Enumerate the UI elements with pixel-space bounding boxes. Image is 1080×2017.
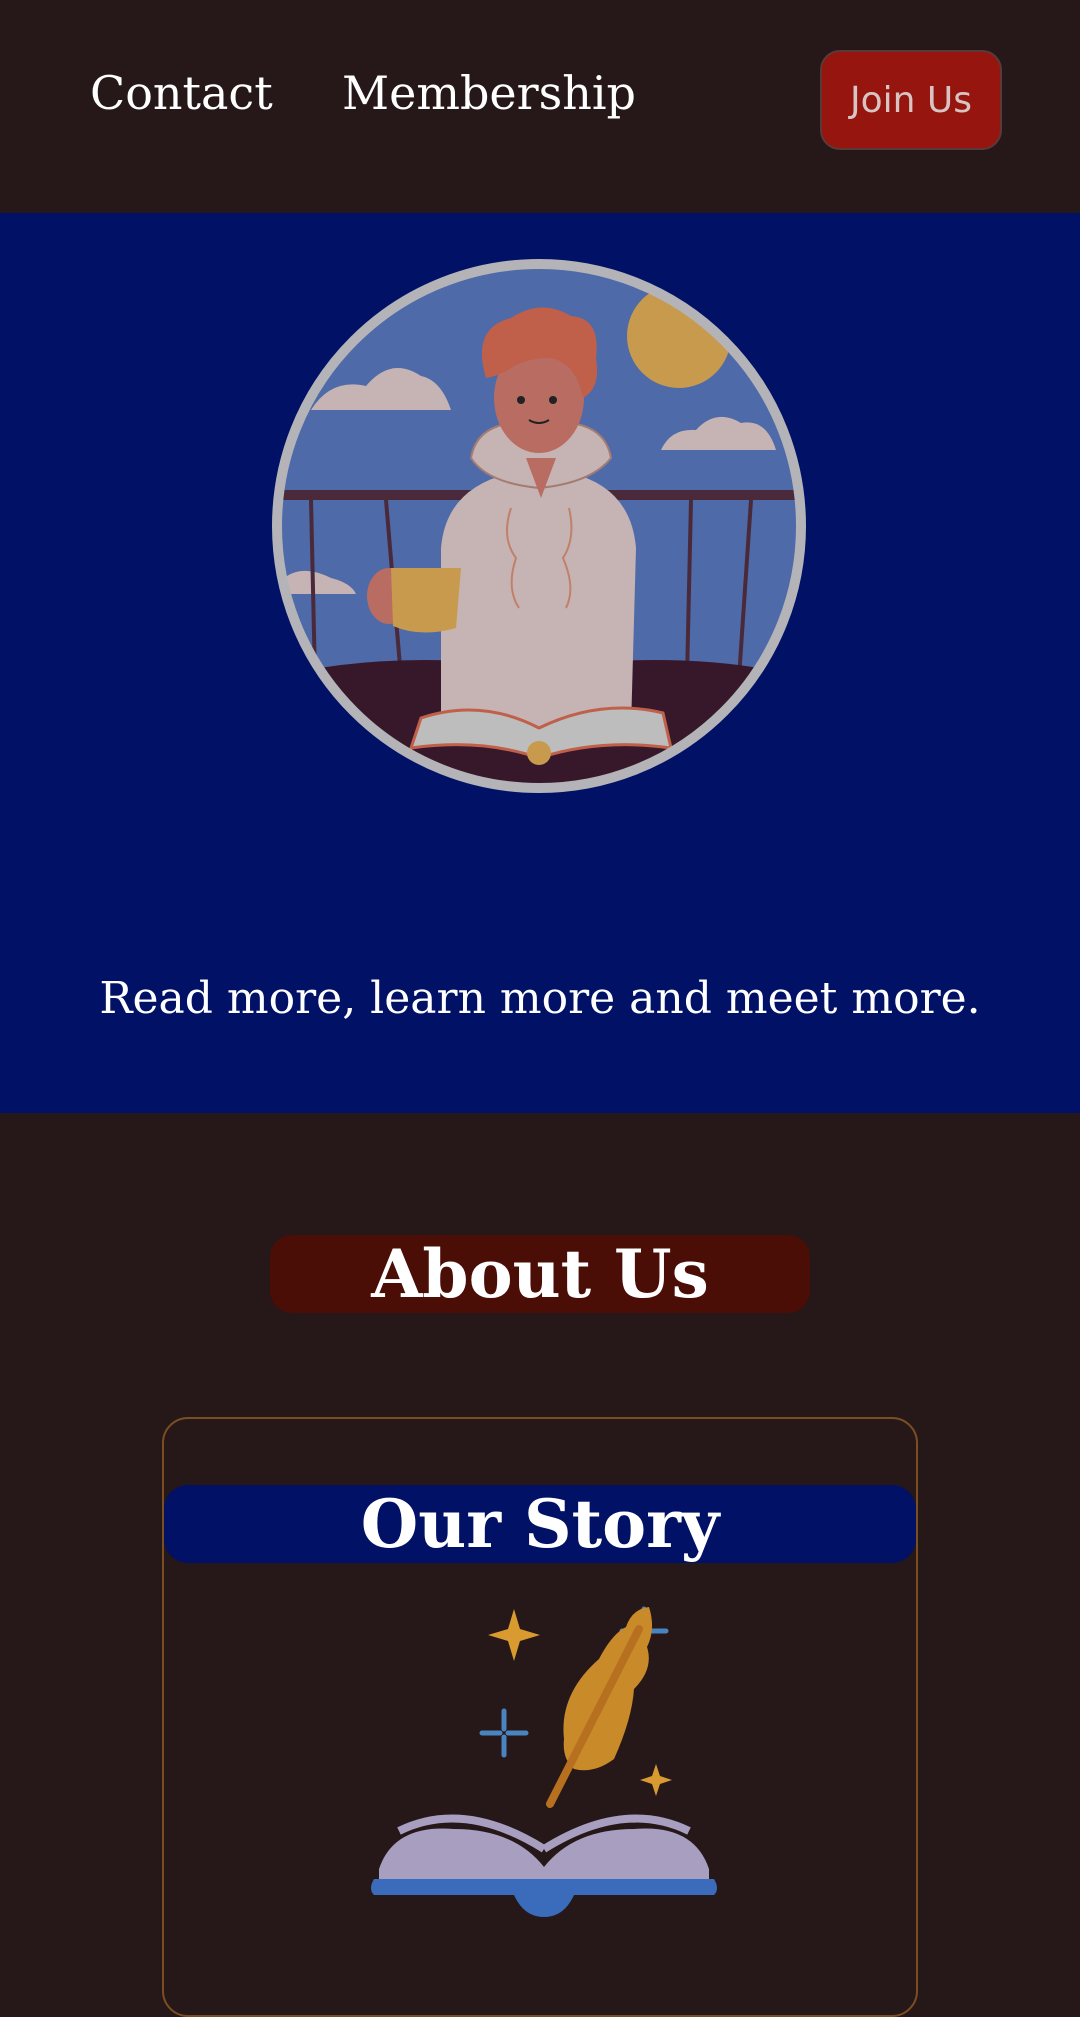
hero-section: Read more, learn more and meet more. bbox=[0, 213, 1080, 1113]
join-us-button[interactable]: Join Us bbox=[820, 50, 1002, 150]
our-story-card: Our Story bbox=[162, 1417, 918, 2017]
quill-book-illustration-icon bbox=[371, 1606, 717, 1917]
reader-illustration-icon bbox=[272, 259, 806, 793]
top-navigation: Contact Membership Join Us bbox=[0, 0, 1080, 213]
nav-link-contact[interactable]: Contact bbox=[90, 66, 273, 120]
about-us-heading: About Us bbox=[270, 1234, 810, 1313]
nav-link-membership[interactable]: Membership bbox=[342, 66, 636, 120]
hero-tagline: Read more, learn more and meet more. bbox=[99, 973, 981, 1024]
our-story-heading: Our Story bbox=[164, 1485, 916, 1563]
